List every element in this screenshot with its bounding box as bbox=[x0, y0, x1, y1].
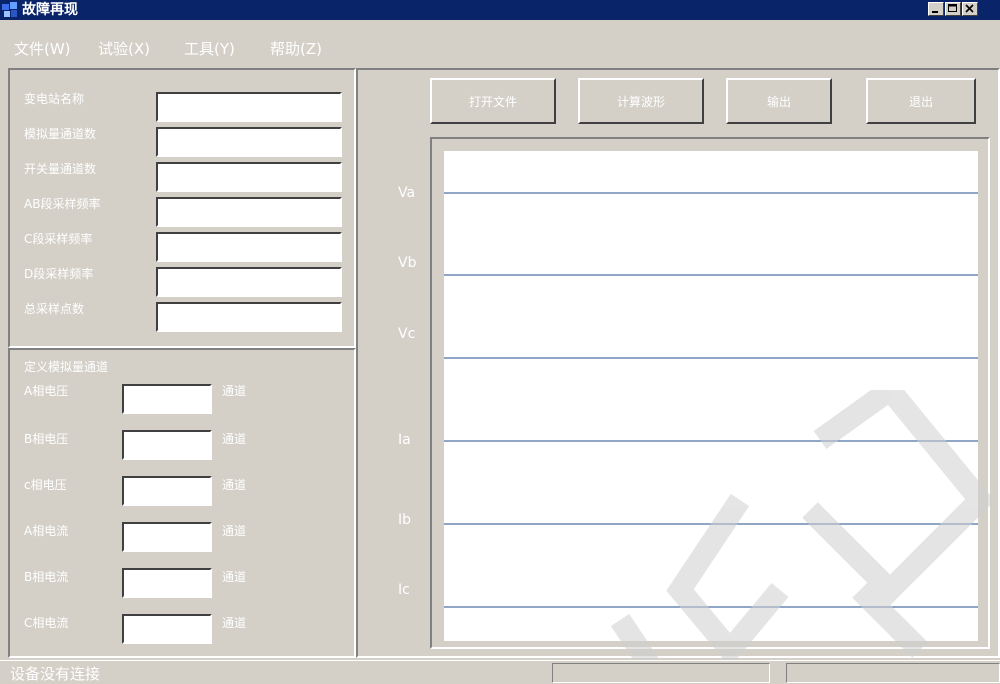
app-icon bbox=[2, 2, 17, 17]
title-bar: 故障再现 bbox=[0, 0, 1000, 20]
menu-bar: 文件(W) 试验(X) 工具(Y) 帮助(Z) bbox=[0, 20, 1000, 60]
channel-ib-field[interactable] bbox=[122, 568, 212, 598]
menu-tools[interactable]: 工具(Y) bbox=[184, 40, 235, 58]
menu-file[interactable]: 文件(W) bbox=[14, 40, 71, 58]
channel-label-ic: Ic bbox=[398, 582, 410, 598]
station-info-panel: 变电站名称 模拟量通道数 开关量通道数 AB段采样频率 C段采样频率 D段采样频… bbox=[8, 68, 356, 348]
channel-ia-field[interactable] bbox=[122, 522, 212, 552]
channel-suffix: 通道 bbox=[222, 524, 247, 538]
channel-va-field[interactable] bbox=[122, 384, 212, 414]
output-button[interactable]: 输出 bbox=[726, 78, 832, 124]
status-text: 设备没有连接 bbox=[10, 665, 101, 683]
channel-vc-field[interactable] bbox=[122, 476, 212, 506]
waveform-plot bbox=[444, 151, 978, 641]
channel-suffix: 通道 bbox=[222, 384, 247, 398]
field-label-station-name: 变电站名称 bbox=[24, 92, 85, 106]
analog-channel-panel: 定义模拟量通道 A相电压 通道 B相电压 通道 c相电压 通道 A相电流 通道 … bbox=[8, 348, 356, 658]
channel-panel-title: 定义模拟量通道 bbox=[24, 360, 109, 374]
minimize-button[interactable] bbox=[928, 2, 944, 16]
channel-suffix: 通道 bbox=[222, 616, 247, 630]
channel-suffix: 通道 bbox=[222, 432, 247, 446]
menu-test[interactable]: 试验(X) bbox=[98, 40, 150, 58]
maximize-icon bbox=[948, 4, 957, 12]
channel-label-ia: A相电流 bbox=[24, 524, 69, 538]
channel-suffix: 通道 bbox=[222, 478, 247, 492]
station-name-field[interactable] bbox=[156, 92, 342, 122]
minimize-icon bbox=[932, 11, 938, 13]
field-label-switch-count: 开关量通道数 bbox=[24, 162, 97, 176]
window-title: 故障再现 bbox=[22, 2, 78, 18]
field-label-d-rate: D段采样频率 bbox=[24, 267, 94, 281]
channel-label-ib: Ib bbox=[398, 512, 412, 528]
exit-button[interactable]: 退出 bbox=[866, 78, 976, 124]
channel-label-va: Va bbox=[398, 185, 416, 201]
total-samples-field[interactable] bbox=[156, 302, 342, 332]
channel-label-ib: B相电流 bbox=[24, 570, 69, 584]
field-label-c-rate: C段采样频率 bbox=[24, 232, 93, 246]
calc-waveform-button[interactable]: 计算波形 bbox=[578, 78, 704, 124]
field-label-total-samples: 总采样点数 bbox=[24, 302, 85, 316]
ab-rate-field[interactable] bbox=[156, 197, 342, 227]
open-file-button[interactable]: 打开文件 bbox=[430, 78, 556, 124]
channel-label-vc: Vc bbox=[398, 326, 416, 342]
status-bar: 设备没有连接 bbox=[0, 660, 1000, 683]
channel-label-ia: Ia bbox=[398, 432, 411, 448]
channel-label-va: A相电压 bbox=[24, 384, 69, 398]
channel-label-vb: Vb bbox=[398, 255, 417, 271]
waveform-lines bbox=[444, 192, 978, 608]
analog-count-field[interactable] bbox=[156, 127, 342, 157]
channel-label-vc: c相电压 bbox=[24, 478, 67, 492]
status-pane-2 bbox=[552, 663, 770, 683]
status-pane-3 bbox=[786, 663, 1000, 683]
maximize-button[interactable] bbox=[945, 2, 961, 16]
waveform-chart bbox=[430, 137, 990, 649]
c-rate-field[interactable] bbox=[156, 232, 342, 262]
channel-suffix: 通道 bbox=[222, 570, 247, 584]
close-icon bbox=[965, 4, 974, 13]
field-label-analog-count: 模拟量通道数 bbox=[24, 127, 97, 141]
channel-ic-field[interactable] bbox=[122, 614, 212, 644]
channel-label-vb: B相电压 bbox=[24, 432, 69, 446]
field-label-ab-rate: AB段采样频率 bbox=[24, 197, 101, 211]
switch-count-field[interactable] bbox=[156, 162, 342, 192]
close-button[interactable] bbox=[962, 2, 978, 16]
channel-vb-field[interactable] bbox=[122, 430, 212, 460]
menu-help[interactable]: 帮助(Z) bbox=[270, 40, 322, 58]
d-rate-field[interactable] bbox=[156, 267, 342, 297]
channel-label-ic: C相电流 bbox=[24, 616, 69, 630]
